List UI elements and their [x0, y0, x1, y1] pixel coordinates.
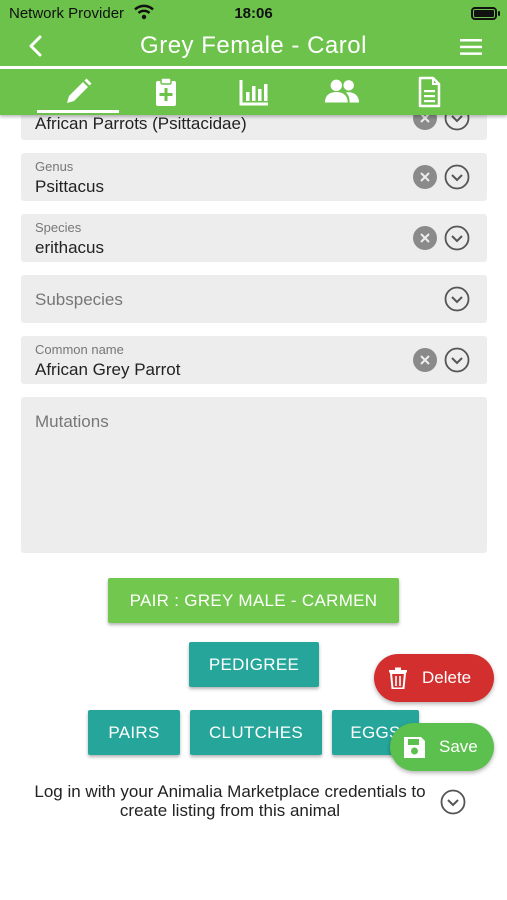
chevron-down-icon[interactable] [440, 789, 466, 815]
pairs-button[interactable]: PAIRS [88, 710, 180, 755]
tab-health[interactable] [121, 69, 211, 115]
tab-stats[interactable] [209, 69, 299, 115]
clutches-button[interactable]: CLUTCHES [190, 710, 322, 755]
delete-label: Delete [422, 668, 472, 687]
tab-documents[interactable] [384, 69, 474, 115]
family-value: African Parrots (Psittacidae) [35, 114, 247, 133]
genus-field[interactable]: Genus Psittacus [21, 153, 487, 201]
people-icon [324, 79, 360, 103]
marketplace-login-text: Log in with your Animalia Marketplace cr… [34, 782, 426, 820]
mutations-placeholder: Mutations [35, 412, 109, 431]
save-label: Save [439, 737, 478, 756]
bar-chart-icon [239, 80, 268, 106]
clear-species-icon[interactable] [413, 226, 437, 250]
pencil-icon [67, 78, 92, 103]
species-value: erithacus [35, 238, 104, 257]
chevron-down-icon[interactable] [444, 286, 470, 312]
chevron-down-icon[interactable] [444, 347, 470, 373]
clear-common-name-icon[interactable] [413, 348, 437, 372]
clear-genus-icon[interactable] [413, 165, 437, 189]
genus-value: Psittacus [35, 177, 104, 196]
save-button[interactable]: Save [390, 723, 494, 771]
animal-form: African Parrots (Psittacidae) Genus Psit… [0, 0, 507, 900]
clipboard-plus-icon [156, 77, 176, 106]
subspecies-placeholder: Subspecies [35, 290, 123, 309]
species-label: Species [35, 220, 82, 235]
pedigree-button[interactable]: PEDIGREE [189, 642, 319, 687]
delete-button[interactable]: Delete [374, 654, 494, 702]
common-name-field[interactable]: Common name African Grey Parrot [21, 336, 487, 384]
tab-edit[interactable] [33, 69, 123, 115]
trash-icon [389, 667, 407, 689]
common-name-value: African Grey Parrot [35, 360, 181, 379]
document-icon [418, 76, 441, 108]
common-name-label: Common name [35, 342, 124, 357]
pair-button[interactable]: PAIR : GREY MALE - CARMEN [108, 578, 399, 623]
species-field[interactable]: Species erithacus [21, 214, 487, 262]
genus-label: Genus [35, 159, 74, 174]
chevron-down-icon[interactable] [444, 225, 470, 251]
mutations-textarea[interactable]: Mutations [21, 397, 487, 553]
tab-bar [0, 69, 507, 115]
subspecies-field[interactable]: Subspecies [21, 275, 487, 323]
tab-family[interactable] [297, 69, 387, 115]
chevron-down-icon[interactable] [444, 164, 470, 190]
floppy-disk-icon [404, 736, 425, 758]
